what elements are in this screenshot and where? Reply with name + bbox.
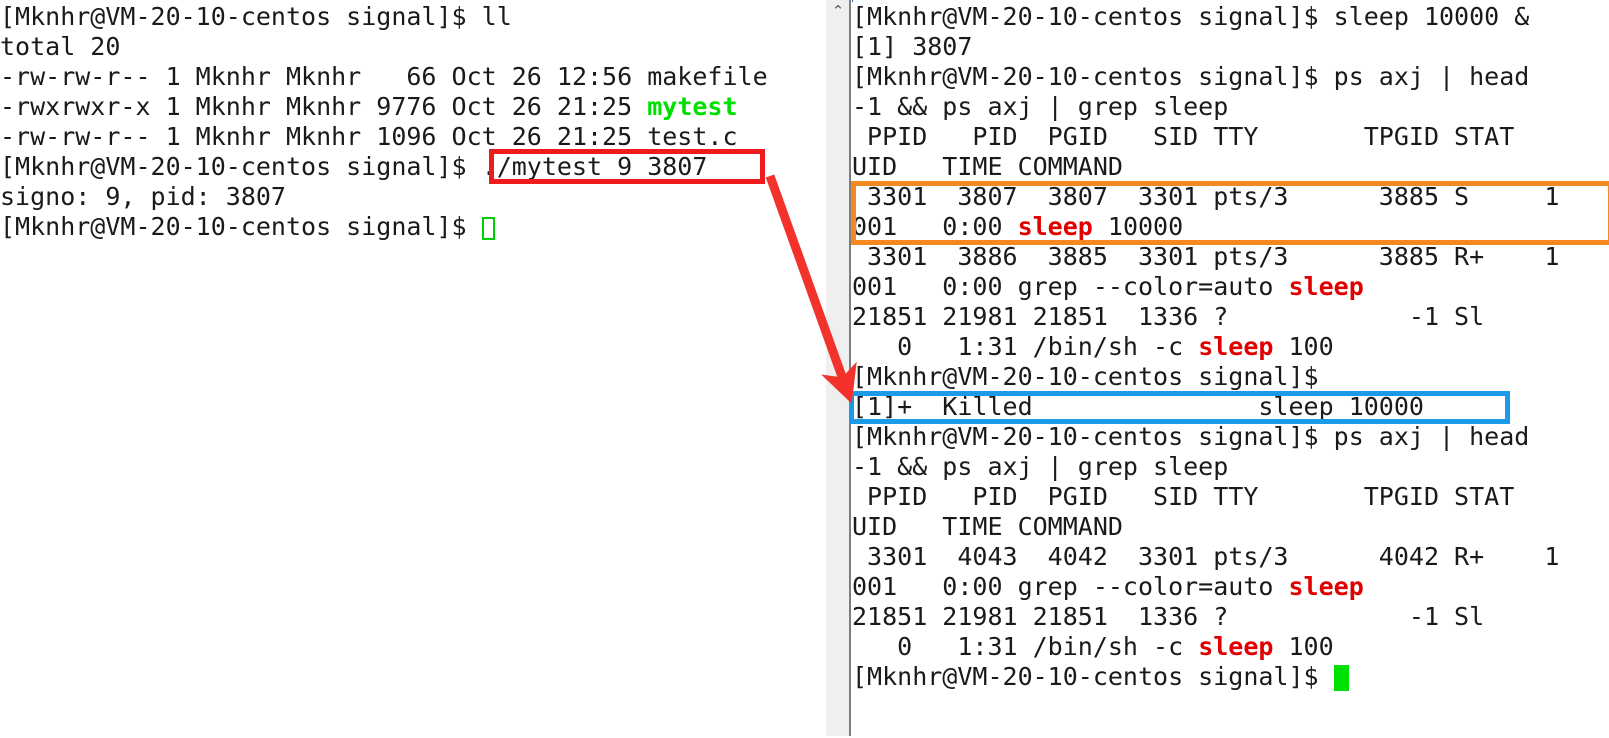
terminal-line: [1]+ Killed sleep 10000 bbox=[852, 392, 1609, 422]
terminal-line: 001 0:00 grep --color=auto sleep bbox=[852, 572, 1609, 602]
terminal-text: total 20 bbox=[0, 32, 121, 61]
terminal-text: [Mknhr@VM-20-10-centos signal]$ sleep 10… bbox=[852, 2, 1530, 31]
terminal-text: 21851 21981 21851 1336 ? -1 Sl bbox=[852, 302, 1485, 331]
right-terminal-pane[interactable]: [Mknhr@VM-20-10-centos signal]$ sleep 10… bbox=[852, 2, 1609, 738]
terminal-line: [Mknhr@VM-20-10-centos signal]$ ps axj |… bbox=[852, 422, 1609, 452]
terminal-text: PPID PID PGID SID TTY TPGID STAT bbox=[852, 122, 1515, 151]
terminal-text: [Mknhr@VM-20-10-centos signal]$ ps axj |… bbox=[852, 62, 1530, 91]
terminal-line: -1 && ps axj | grep sleep bbox=[852, 92, 1609, 122]
terminal-text: 3301 3886 3885 3301 pts/3 3885 R+ 1 bbox=[852, 242, 1560, 271]
terminal-text: -rwxrwxr-x 1 Mknhr Mknhr 9776 Oct 26 21:… bbox=[0, 92, 648, 121]
terminal-line: PPID PID PGID SID TTY TPGID STAT bbox=[852, 482, 1609, 512]
terminal-line: 3301 4043 4042 3301 pts/3 4042 R+ 1 bbox=[852, 542, 1609, 572]
terminal-text: [Mknhr@VM-20-10-centos signal]$ ll bbox=[0, 2, 512, 31]
terminal-text: [1] 3807 bbox=[852, 32, 973, 61]
terminal-line: 0 1:31 /bin/sh -c sleep 100 bbox=[852, 332, 1609, 362]
terminal-text: [Mknhr@VM-20-10-centos signal]$ bbox=[0, 212, 482, 241]
terminal-text: [Mknhr@VM-20-10-centos signal]$ bbox=[852, 662, 1334, 691]
terminal-line: 001 0:00 sleep 10000 bbox=[852, 212, 1609, 242]
terminal-text: UID TIME COMMAND bbox=[852, 152, 1123, 181]
terminal-line: 21851 21981 21851 1336 ? -1 Sl bbox=[852, 302, 1609, 332]
terminal-line: UID TIME COMMAND bbox=[852, 512, 1609, 542]
terminal-line: [Mknhr@VM-20-10-centos signal]$ ./mytest… bbox=[0, 152, 812, 182]
terminal-text: -rw-rw-r-- 1 Mknhr Mknhr 66 Oct 26 12:56… bbox=[0, 62, 768, 91]
terminal-text: 0 1:31 /bin/sh -c bbox=[852, 332, 1199, 361]
terminal-text: 3301 3807 3807 3301 pts/3 3885 S 1 bbox=[852, 182, 1560, 211]
terminal-line: [Mknhr@VM-20-10-centos signal]$ sleep 10… bbox=[852, 2, 1609, 32]
terminal-line: total 20 bbox=[0, 32, 812, 62]
pane-divider-outer bbox=[849, 0, 851, 736]
terminal-line: signo: 9, pid: 3807 bbox=[0, 182, 812, 212]
terminal-text: -1 && ps axj | grep sleep bbox=[852, 92, 1229, 121]
terminal-text: UID TIME COMMAND bbox=[852, 512, 1123, 541]
grep-match-highlight: sleep bbox=[1288, 272, 1364, 301]
terminal-text: PPID PID PGID SID TTY TPGID STAT bbox=[852, 482, 1515, 511]
grep-match-highlight: sleep bbox=[1198, 632, 1274, 661]
terminal-text: [Mknhr@VM-20-10-centos signal]$ ./mytest… bbox=[0, 152, 708, 181]
terminal-text: [Mknhr@VM-20-10-centos signal]$ ps axj |… bbox=[852, 422, 1530, 451]
terminal-line: 001 0:00 grep --color=auto sleep bbox=[852, 272, 1609, 302]
terminal-cursor-unfocused bbox=[481, 217, 495, 240]
terminal-text: -rw-rw-r-- 1 Mknhr Mknhr 1096 Oct 26 21:… bbox=[0, 122, 738, 151]
terminal-line: PPID PID PGID SID TTY TPGID STAT bbox=[852, 122, 1609, 152]
terminal-text: 001 0:00 grep --color=auto bbox=[852, 572, 1289, 601]
terminal-line: -rw-rw-r-- 1 Mknhr Mknhr 1096 Oct 26 21:… bbox=[0, 122, 812, 152]
terminal-text: 10000 bbox=[1092, 212, 1184, 241]
highlighted-filename: mytest bbox=[647, 92, 738, 121]
terminal-text: 100 bbox=[1273, 332, 1334, 361]
terminal-line: [Mknhr@VM-20-10-centos signal]$ bbox=[0, 212, 812, 242]
grep-match-highlight: sleep bbox=[1017, 212, 1093, 241]
terminal-line: 0 1:31 /bin/sh -c sleep 100 bbox=[852, 632, 1609, 662]
terminal-cursor-focused bbox=[1333, 665, 1349, 691]
terminal-line: [1] 3807 bbox=[852, 32, 1609, 62]
left-terminal-pane[interactable]: [Mknhr@VM-20-10-centos signal]$ ll total … bbox=[0, 2, 812, 738]
terminal-line: 3301 3807 3807 3301 pts/3 3885 S 1 bbox=[852, 182, 1609, 212]
terminal-line: [Mknhr@VM-20-10-centos signal]$ bbox=[852, 662, 1609, 692]
terminal-text: [1]+ Killed sleep 10000 bbox=[852, 392, 1424, 421]
terminal-line: 3301 3886 3885 3301 pts/3 3885 R+ 1 bbox=[852, 242, 1609, 272]
terminal-text: 21851 21981 21851 1336 ? -1 Sl bbox=[852, 602, 1485, 631]
terminal-text: 0 1:31 /bin/sh -c bbox=[852, 632, 1199, 661]
terminal-line: -rwxrwxr-x 1 Mknhr Mknhr 9776 Oct 26 21:… bbox=[0, 92, 812, 122]
terminal-line: -rw-rw-r-- 1 Mknhr Mknhr 66 Oct 26 12:56… bbox=[0, 62, 812, 92]
terminal-text: 100 bbox=[1273, 632, 1334, 661]
terminal-text: 3301 4043 4042 3301 pts/3 4042 R+ 1 bbox=[852, 542, 1560, 571]
grep-match-highlight: sleep bbox=[1198, 332, 1274, 361]
terminal-text: 001 0:00 grep --color=auto bbox=[852, 272, 1289, 301]
terminal-line: 21851 21981 21851 1336 ? -1 Sl bbox=[852, 602, 1609, 632]
scroll-up-arrow-icon[interactable]: ⌃ bbox=[826, 0, 850, 22]
terminal-text: signo: 9, pid: 3807 bbox=[0, 182, 286, 211]
terminal-line: -1 && ps axj | grep sleep bbox=[852, 452, 1609, 482]
terminal-line: [Mknhr@VM-20-10-centos signal]$ ps axj |… bbox=[852, 62, 1609, 92]
terminal-line: [Mknhr@VM-20-10-centos signal]$ bbox=[852, 362, 1609, 392]
grep-match-highlight: sleep bbox=[1288, 572, 1364, 601]
terminal-text: 001 0:00 bbox=[852, 212, 1018, 241]
terminal-line: [Mknhr@VM-20-10-centos signal]$ ll bbox=[0, 2, 812, 32]
vertical-scrollbar[interactable]: ⌃ bbox=[825, 0, 850, 736]
terminal-text: -1 && ps axj | grep sleep bbox=[852, 452, 1229, 481]
terminal-text: [Mknhr@VM-20-10-centos signal]$ bbox=[852, 362, 1319, 391]
terminal-line: UID TIME COMMAND bbox=[852, 152, 1609, 182]
